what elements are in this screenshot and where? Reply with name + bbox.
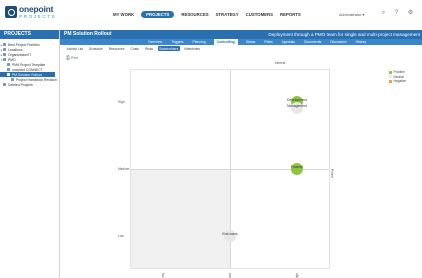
nav-item-reports[interactable]: REPORTS — [280, 12, 301, 17]
legend-swatch — [389, 70, 392, 74]
folder-icon — [11, 78, 14, 81]
legend: Positive Neutral Negative — [389, 70, 406, 84]
user-menu[interactable]: Administrator ▾ — [339, 12, 364, 17]
content-area: PM Solution Rollout Deployment through a… — [60, 30, 422, 278]
tree-item-label: Project Handbook Revision — [16, 77, 57, 82]
y-level-high: High — [118, 100, 125, 104]
tab-history[interactable]: History — [355, 39, 368, 45]
help-icon[interactable]: ? — [393, 10, 400, 17]
x-level-low: Low — [161, 273, 165, 278]
tab-risks[interactable]: Risks — [263, 39, 273, 45]
sub-tabs: Activity List Schedule Resources Costs Risks… — [65, 45, 202, 52]
main-nav: MY WORK PROJECTS RESOURCES STRATEGY CUSTOMER… — [113, 11, 301, 18]
tab-status[interactable]: Status — [245, 39, 257, 45]
nav-item-projects[interactable]: PROJECTS — [141, 11, 175, 18]
subtab-costs[interactable]: Costs — [129, 46, 140, 51]
search-icon[interactable]: ⌕ — [380, 10, 387, 17]
printer-icon: ⎙ — [66, 55, 71, 61]
tree-item-label: PMA Project Template — [12, 62, 46, 67]
nav-item-my-work[interactable]: MY WORK — [113, 12, 134, 17]
brand-name: onepoint — [19, 4, 54, 14]
logo-icon — [5, 6, 17, 18]
print-label: Print — [71, 56, 78, 60]
nav-item-strategy[interactable]: STRATEGY — [216, 12, 239, 17]
x-level-medium: Medium — [228, 273, 232, 278]
folder-icon — [7, 73, 10, 76]
subtab-activity-list[interactable]: Activity List — [65, 46, 85, 51]
subtab-resources[interactable]: Resources — [107, 46, 126, 51]
project-description: Deployment through a PMO team for single… — [268, 32, 420, 37]
folder-icon — [3, 43, 6, 46]
tree-item-label: Locations — [8, 47, 23, 52]
legend-label: Negative — [393, 79, 407, 84]
subtab-milestones[interactable]: Milestones — [183, 46, 202, 51]
subtab-schedule[interactable]: Schedule — [88, 46, 105, 51]
subtab-stakeholders[interactable]: Stakeholders — [157, 46, 180, 51]
subtab-risks[interactable]: Risks — [143, 46, 154, 51]
folder-icon — [3, 83, 6, 86]
tree-item-label: onepoint CONNECT — [12, 67, 43, 72]
legend-item-negative: Negative — [389, 79, 406, 84]
legend-swatch — [389, 79, 392, 83]
stakeholder-matrix: Interest Power High Medium Low Low Medium Hig… — [118, 61, 334, 278]
y-axis-title: Power — [330, 169, 334, 179]
legend-label: Neutral — [393, 74, 404, 79]
tools-icon[interactable]: ⚙ — [407, 10, 414, 17]
nav-item-customers[interactable]: CUSTOMERS — [246, 12, 273, 17]
legend-label: Positive — [393, 70, 405, 75]
stakeholder-label-finance: Finance — [290, 165, 304, 169]
tree-item-deleted-projects[interactable]: Deleted Projects — [0, 82, 59, 87]
print-button[interactable]: ⎙ Print — [66, 55, 78, 61]
y-level-low: Low — [118, 234, 124, 238]
tab-documents[interactable]: Documents — [303, 39, 322, 45]
folder-icon — [7, 68, 10, 71]
tree-item-label: PMO — [8, 57, 16, 62]
tab-discussion[interactable]: Discussion — [329, 39, 347, 45]
tab-controlling[interactable]: Controlling — [213, 39, 238, 45]
folder-icon — [3, 53, 6, 56]
legend-swatch — [389, 75, 392, 79]
x-axis-title: Interest — [274, 61, 286, 65]
project-tree: ▸ Best Project Portfolio ▸ Locations ▸ Organi… — [0, 39, 59, 87]
folder-icon — [3, 58, 6, 61]
tree-item-label: Best Project Portfolio — [8, 42, 40, 47]
tree-item-label: PM Solution Rollout — [12, 72, 42, 77]
folder-icon — [7, 63, 10, 66]
page-title: PM Solution Rollout — [64, 31, 112, 37]
tree-item-label: Organization/IT — [8, 52, 32, 57]
top-bar: onepoint PROJECTS MY WORK PROJECTS RESOURC… — [0, 0, 422, 30]
tree-item-label: Deleted Projects — [8, 82, 33, 87]
folder-icon — [3, 48, 6, 51]
x-level-high: High — [295, 273, 299, 278]
stakeholder-label-management: Management — [287, 104, 307, 108]
sidebar-title: PROJECTS — [0, 30, 59, 39]
projects-sidebar: PROJECTS ▸ Best Project Portfolio ▸ Locatio… — [0, 30, 60, 278]
content-title-bar: PM Solution Rollout Deployment through a… — [60, 30, 422, 39]
tab-agendas[interactable]: Agendas — [281, 39, 296, 45]
y-level-medium: Medium — [118, 167, 130, 171]
stakeholder-label-end-users: End users — [222, 232, 238, 236]
nav-item-resources[interactable]: RESOURCES — [181, 12, 208, 17]
brand-subtitle: PROJECTS — [19, 14, 57, 19]
